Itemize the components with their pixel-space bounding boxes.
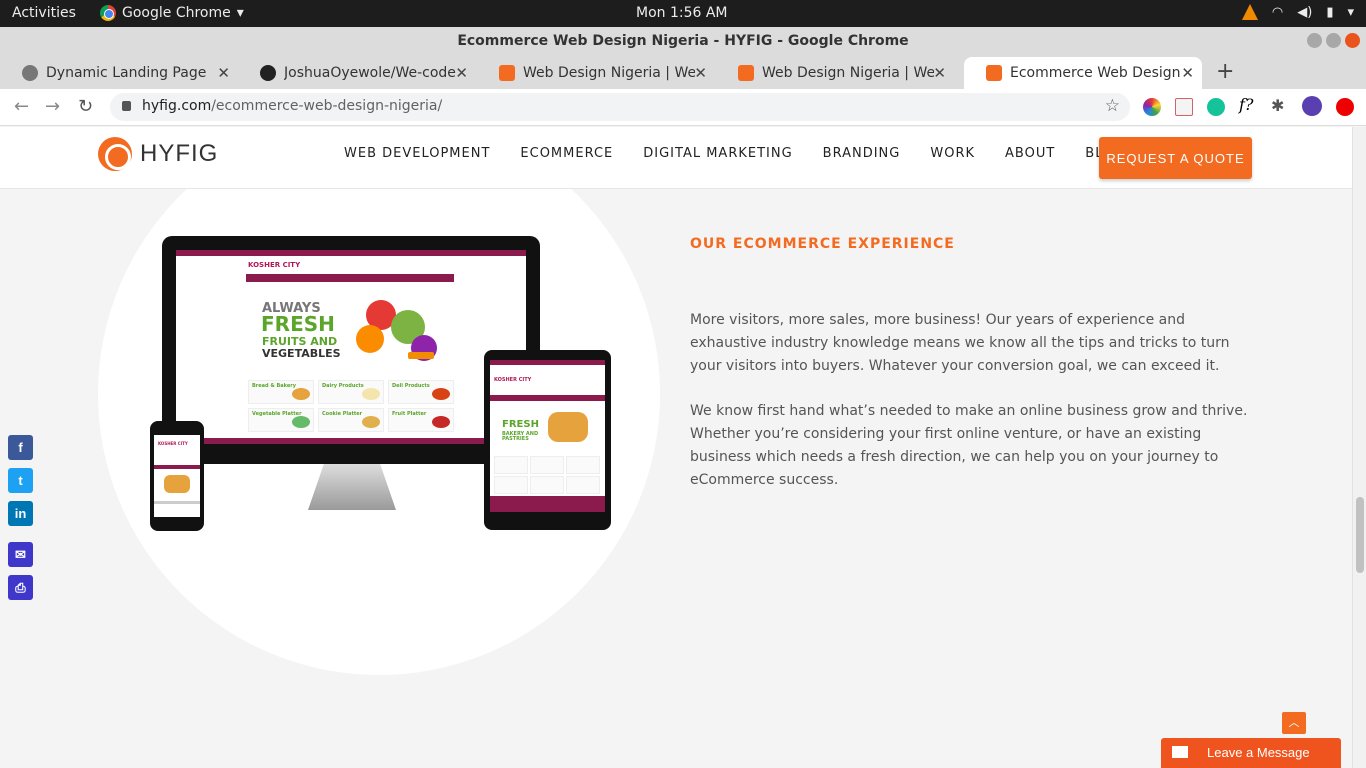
nav-web-development[interactable]: WEB DEVELOPMENT [344, 146, 490, 161]
system-top-bar: Activities Google Chrome ▾ Mon 1:56 AM ◠… [0, 0, 1366, 27]
profile-avatar[interactable] [1302, 96, 1322, 116]
github-icon [260, 65, 276, 81]
app-menu[interactable]: Google Chrome ▾ [100, 5, 244, 21]
browser-toolbar: ← → ↻ hyfig.com/ecommerce-web-design-nig… [0, 89, 1366, 126]
vlc-icon[interactable] [1241, 4, 1258, 20]
web-page: KOSHER CITY ALWAYS FRESH FRUITS AND VEGE… [0, 127, 1352, 768]
email-icon[interactable]: ✉ [8, 542, 33, 567]
globe-icon [22, 65, 38, 81]
hyfig-icon [499, 65, 515, 81]
hyfig-logo-icon [98, 137, 132, 171]
mockup-hero-line3: FRUITS AND [262, 335, 338, 348]
forward-arrow-icon[interactable]: → [45, 96, 60, 117]
back-arrow-icon[interactable]: ← [14, 96, 29, 117]
paragraph-2: We know first hand what’s needed to make… [690, 403, 1248, 488]
nav-ecommerce[interactable]: ECOMMERCE [520, 146, 613, 161]
scroll-to-top-button[interactable]: ︿ [1282, 712, 1306, 734]
new-tab-button[interactable]: + [1216, 59, 1234, 84]
minimize-button[interactable] [1307, 33, 1322, 48]
close-icon[interactable]: ✕ [933, 64, 946, 82]
tab-label: Dynamic Landing Page [46, 65, 207, 81]
font-finder-icon[interactable]: f? [1239, 95, 1257, 114]
section-title: OUR ECOMMERCE EXPERIENCE [690, 236, 955, 252]
chevron-down-icon: ▾ [236, 5, 244, 21]
site-logo[interactable]: HYFIG [98, 137, 218, 171]
maximize-button[interactable] [1326, 33, 1341, 48]
hyfig-icon [986, 65, 1002, 81]
update-icon[interactable] [1336, 98, 1354, 116]
grammarly-icon[interactable] [1207, 98, 1225, 116]
site-header: HYFIG WEB DEVELOPMENT ECOMMERCE DIGITAL … [0, 127, 1352, 189]
reload-icon[interactable]: ↻ [78, 96, 93, 117]
address-bar[interactable]: hyfig.com/ecommerce-web-design-nigeria/ … [110, 93, 1130, 121]
nav-work[interactable]: WORK [930, 146, 975, 161]
url-text[interactable]: hyfig.com/ecommerce-web-design-nigeria/ [142, 98, 442, 114]
bookmark-star-icon[interactable]: ☆ [1105, 96, 1120, 116]
calendar-extension-icon[interactable] [1175, 98, 1193, 116]
battery-icon: ▮ [1326, 4, 1334, 20]
paragraph-1: More visitors, more sales, more business… [690, 312, 1230, 374]
nav-digital-marketing[interactable]: DIGITAL MARKETING [643, 146, 792, 161]
request-quote-button[interactable]: REQUEST A QUOTE [1099, 137, 1252, 179]
hyfig-icon [738, 65, 754, 81]
close-icon[interactable]: ✕ [217, 64, 230, 82]
twitter-icon[interactable]: t [8, 468, 33, 493]
clock[interactable]: Mon 1:56 AM [636, 5, 728, 21]
close-icon[interactable]: ✕ [1181, 64, 1194, 82]
logo-text: HYFIG [140, 140, 219, 167]
close-icon[interactable]: ✕ [694, 64, 707, 82]
tab-web-design-nigeria-1[interactable]: Web Design Nigeria | Web ✕ [477, 57, 715, 89]
app-menu-label: Google Chrome [122, 5, 231, 21]
mockup-hero-line2: FRESH [261, 312, 335, 336]
window-title: Ecommerce Web Design Nigeria - HYFIG - G… [457, 33, 909, 49]
facebook-icon[interactable]: f [8, 435, 33, 460]
desktop-screen: KOSHER CITY ALWAYS FRESH FRUITS AND VEGE… [176, 250, 526, 444]
extensions-puzzle-icon[interactable]: ✱ [1271, 96, 1289, 115]
tab-web-design-nigeria-2[interactable]: Web Design Nigeria | Web ✕ [716, 57, 954, 89]
chat-label: Leave a Message [1207, 745, 1310, 760]
tab-github[interactable]: JoshuaOyewole/We-code ✕ [238, 57, 476, 89]
close-window-button[interactable] [1345, 33, 1360, 48]
color-picker-extension-icon[interactable] [1143, 98, 1161, 116]
chrome-icon [100, 5, 116, 21]
system-tray[interactable]: ◠ ◀) ▮ ▾ [1241, 4, 1354, 20]
leave-message-widget[interactable]: Leave a Message [1161, 738, 1341, 768]
tab-ecommerce-web-design[interactable]: Ecommerce Web Design N ✕ [964, 57, 1202, 89]
tab-label: Ecommerce Web Design N [1010, 65, 1182, 81]
print-icon[interactable]: ⎙ [8, 575, 33, 600]
tab-label: Web Design Nigeria | Web [523, 65, 695, 81]
linkedin-icon[interactable]: in [8, 501, 33, 526]
tab-strip: Dynamic Landing Page ✕ JoshuaOyewole/We-… [0, 55, 1366, 89]
tab-dynamic-landing-page[interactable]: Dynamic Landing Page ✕ [0, 57, 238, 89]
main-nav: WEB DEVELOPMENT ECOMMERCE DIGITAL MARKET… [344, 146, 1125, 161]
tablet-mockup: KOSHER CITY FRESH BAKERY AND PASTRIES [484, 350, 611, 530]
page-scrollbar[interactable] [1352, 127, 1366, 768]
window-title-bar: Ecommerce Web Design Nigeria - HYFIG - G… [0, 27, 1366, 55]
volume-icon: ◀) [1297, 4, 1313, 20]
tab-label: JoshuaOyewole/We-code [284, 65, 456, 81]
tab-label: Web Design Nigeria | Web [762, 65, 934, 81]
scrollbar-thumb[interactable] [1356, 497, 1364, 573]
activities-button[interactable]: Activities [12, 5, 76, 21]
chevron-down-icon: ▾ [1347, 4, 1354, 20]
mockup-logo: KOSHER CITY [248, 261, 301, 269]
phone-mockup: KOSHER CITY [150, 421, 204, 531]
nav-about[interactable]: ABOUT [1005, 146, 1055, 161]
envelope-icon [1172, 746, 1188, 758]
lock-icon[interactable] [122, 101, 131, 111]
mockup-hero-line4: VEGETABLES [262, 347, 341, 360]
wifi-icon: ◠ [1271, 4, 1284, 20]
nav-branding[interactable]: BRANDING [823, 146, 901, 161]
close-icon[interactable]: ✕ [455, 64, 468, 82]
